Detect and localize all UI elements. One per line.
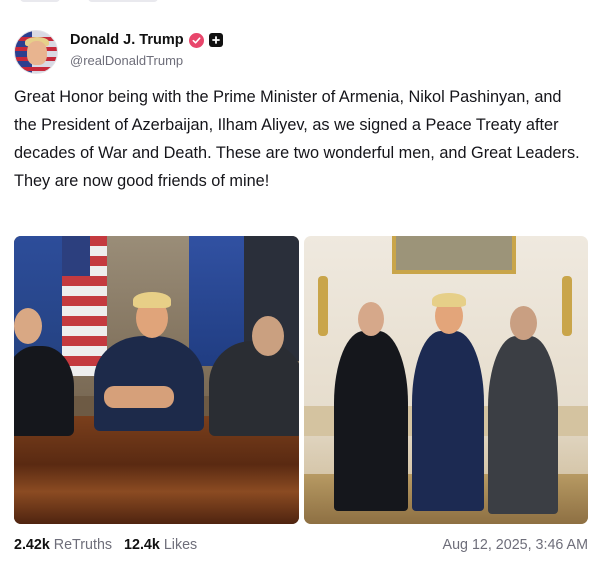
display-name[interactable]: Donald J. Trump (70, 32, 184, 48)
photo-three-men[interactable] (303, 236, 588, 524)
plus-badge-icon (208, 33, 223, 47)
post-header: Donald J. Trump @realDonaldTrump (14, 30, 223, 74)
verified-badge-icon (188, 32, 204, 48)
likes-count: 12.4k (124, 537, 160, 553)
retruths-stat[interactable]: 2.42k ReTruths (14, 537, 112, 553)
media-gallery (14, 236, 588, 524)
retruths-count: 2.42k (14, 537, 50, 553)
previous-post-edge (0, 0, 599, 8)
photo-handshake[interactable] (14, 236, 299, 524)
likes-stat[interactable]: 12.4k Likes (124, 537, 197, 553)
avatar[interactable] (14, 30, 58, 74)
retruths-label: ReTruths (53, 537, 113, 553)
user-handle[interactable]: @realDonaldTrump (70, 53, 223, 68)
likes-label: Likes (163, 537, 198, 553)
post-footer: 2.42k ReTruths 12.4k Likes Aug 12, 2025,… (14, 535, 588, 555)
author-info: Donald J. Trump @realDonaldTrump (70, 30, 223, 68)
post-timestamp[interactable]: Aug 12, 2025, 3:46 AM (443, 537, 588, 553)
post-text: Great Honor being with the Prime Ministe… (14, 88, 580, 190)
